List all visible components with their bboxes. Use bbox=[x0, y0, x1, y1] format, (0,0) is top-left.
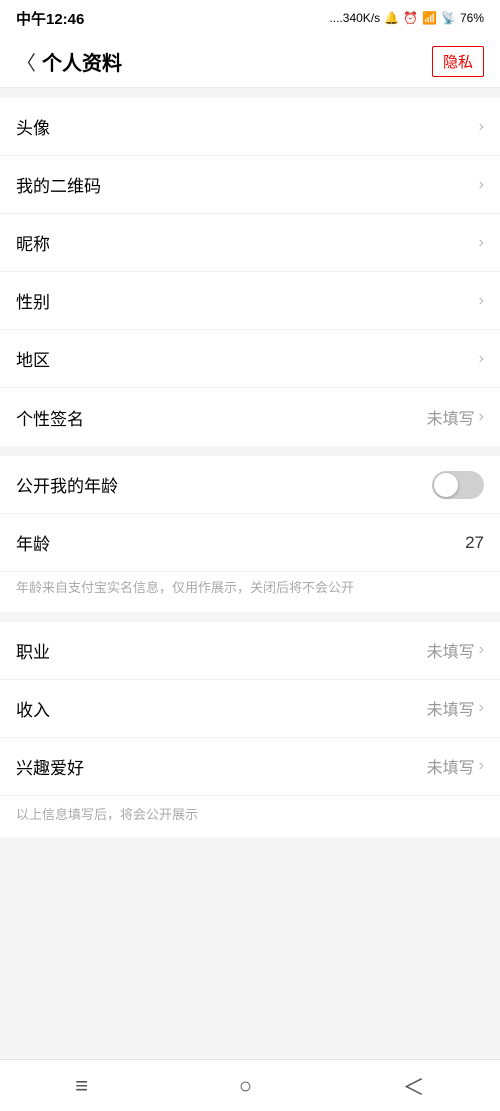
occupation-chevron-icon: › bbox=[479, 641, 484, 659]
bottom-nav: ≡ ○ ＜ bbox=[0, 1059, 500, 1111]
home-icon[interactable]: ○ bbox=[239, 1073, 252, 1099]
region-item[interactable]: 地区 › bbox=[0, 330, 500, 388]
income-item[interactable]: 收入 未填写 › bbox=[0, 680, 500, 738]
occupation-right: 未填写 › bbox=[427, 638, 484, 662]
nickname-chevron-icon: › bbox=[479, 234, 484, 252]
region-chevron-icon: › bbox=[479, 350, 484, 368]
occupation-label: 职业 bbox=[16, 638, 50, 663]
avatar-right: › bbox=[479, 118, 484, 136]
qrcode-item[interactable]: 我的二维码 › bbox=[0, 156, 500, 214]
alarm-icon: 🔔 bbox=[384, 11, 399, 25]
battery-status: 76% bbox=[460, 11, 484, 25]
gender-item[interactable]: 性别 › bbox=[0, 272, 500, 330]
back-button[interactable]: 〈 个人资料 bbox=[16, 47, 122, 76]
income-right: 未填写 › bbox=[427, 696, 484, 720]
interests-item[interactable]: 兴趣爱好 未填写 › bbox=[0, 738, 500, 796]
nickname-right: › bbox=[479, 234, 484, 252]
back-icon: 〈 bbox=[16, 47, 36, 76]
interests-label: 兴趣爱好 bbox=[16, 754, 84, 779]
age-label: 年龄 bbox=[16, 530, 50, 555]
status-icons: ....340K/s 🔔 ⏰ 📶 📡 76% bbox=[329, 11, 484, 25]
income-value: 未填写 bbox=[427, 696, 475, 720]
section-divider-top bbox=[0, 88, 500, 98]
interests-right: 未填写 › bbox=[427, 754, 484, 778]
occupation-value: 未填写 bbox=[427, 638, 475, 662]
signature-value: 未填写 bbox=[427, 405, 475, 429]
header: 〈 个人资料 隐私 bbox=[0, 36, 500, 88]
back-nav-icon[interactable]: ＜ bbox=[403, 1070, 425, 1102]
interests-chevron-icon: › bbox=[479, 757, 484, 775]
qrcode-label: 我的二维码 bbox=[16, 172, 101, 197]
status-bar: 中午12:46 ....340K/s 🔔 ⏰ 📶 📡 76% bbox=[0, 0, 500, 36]
page-title: 个人资料 bbox=[42, 47, 122, 76]
age-info-text: 年龄来自支付宝实名信息，仅用作展示，关闭后将不会公开 bbox=[0, 572, 500, 612]
signature-label: 个性签名 bbox=[16, 405, 84, 430]
basic-info-section: 头像 › 我的二维码 › 昵称 › 性别 › 地区 › 个性签名 未填写 › bbox=[0, 98, 500, 446]
signature-item[interactable]: 个性签名 未填写 › bbox=[0, 388, 500, 446]
qrcode-chevron-icon: › bbox=[479, 176, 484, 194]
income-chevron-icon: › bbox=[479, 699, 484, 717]
section-divider-profile bbox=[0, 612, 500, 622]
qrcode-right: › bbox=[479, 176, 484, 194]
income-label: 收入 bbox=[16, 696, 50, 721]
age-section: 公开我的年龄 年龄 27 年龄来自支付宝实名信息，仅用作展示，关闭后将不会公开 bbox=[0, 456, 500, 612]
show-age-label: 公开我的年龄 bbox=[16, 472, 118, 497]
signature-right: 未填写 › bbox=[427, 405, 484, 429]
status-time: 中午12:46 bbox=[16, 8, 84, 29]
region-right: › bbox=[479, 350, 484, 368]
nickname-label: 昵称 bbox=[16, 230, 50, 255]
age-item: 年龄 27 bbox=[0, 514, 500, 572]
avatar-item[interactable]: 头像 › bbox=[0, 98, 500, 156]
show-age-toggle-container bbox=[432, 471, 484, 499]
signal-icon: 📶 bbox=[422, 11, 437, 25]
menu-icon[interactable]: ≡ bbox=[75, 1073, 88, 1099]
privacy-button[interactable]: 隐私 bbox=[432, 46, 484, 77]
network-status: ....340K/s bbox=[329, 11, 380, 25]
show-age-item[interactable]: 公开我的年龄 bbox=[0, 456, 500, 514]
public-info-note: 以上信息填写后，将会公开展示 bbox=[0, 796, 500, 837]
clock-icon: ⏰ bbox=[403, 11, 418, 25]
occupation-item[interactable]: 职业 未填写 › bbox=[0, 622, 500, 680]
interests-value: 未填写 bbox=[427, 754, 475, 778]
gender-chevron-icon: › bbox=[479, 292, 484, 310]
section-divider-age bbox=[0, 446, 500, 456]
show-age-toggle[interactable] bbox=[432, 471, 484, 499]
toggle-knob bbox=[434, 473, 458, 497]
age-right: 27 bbox=[465, 533, 484, 553]
avatar-chevron-icon: › bbox=[479, 118, 484, 136]
age-value: 27 bbox=[465, 533, 484, 553]
region-label: 地区 bbox=[16, 346, 50, 371]
nickname-item[interactable]: 昵称 › bbox=[0, 214, 500, 272]
profile-section: 职业 未填写 › 收入 未填写 › 兴趣爱好 未填写 › 以上信息填写后，将会公… bbox=[0, 622, 500, 837]
gender-label: 性别 bbox=[16, 288, 50, 313]
wifi-icon: 📡 bbox=[441, 11, 456, 25]
avatar-label: 头像 bbox=[16, 114, 50, 139]
signature-chevron-icon: › bbox=[479, 408, 484, 426]
gender-right: › bbox=[479, 292, 484, 310]
